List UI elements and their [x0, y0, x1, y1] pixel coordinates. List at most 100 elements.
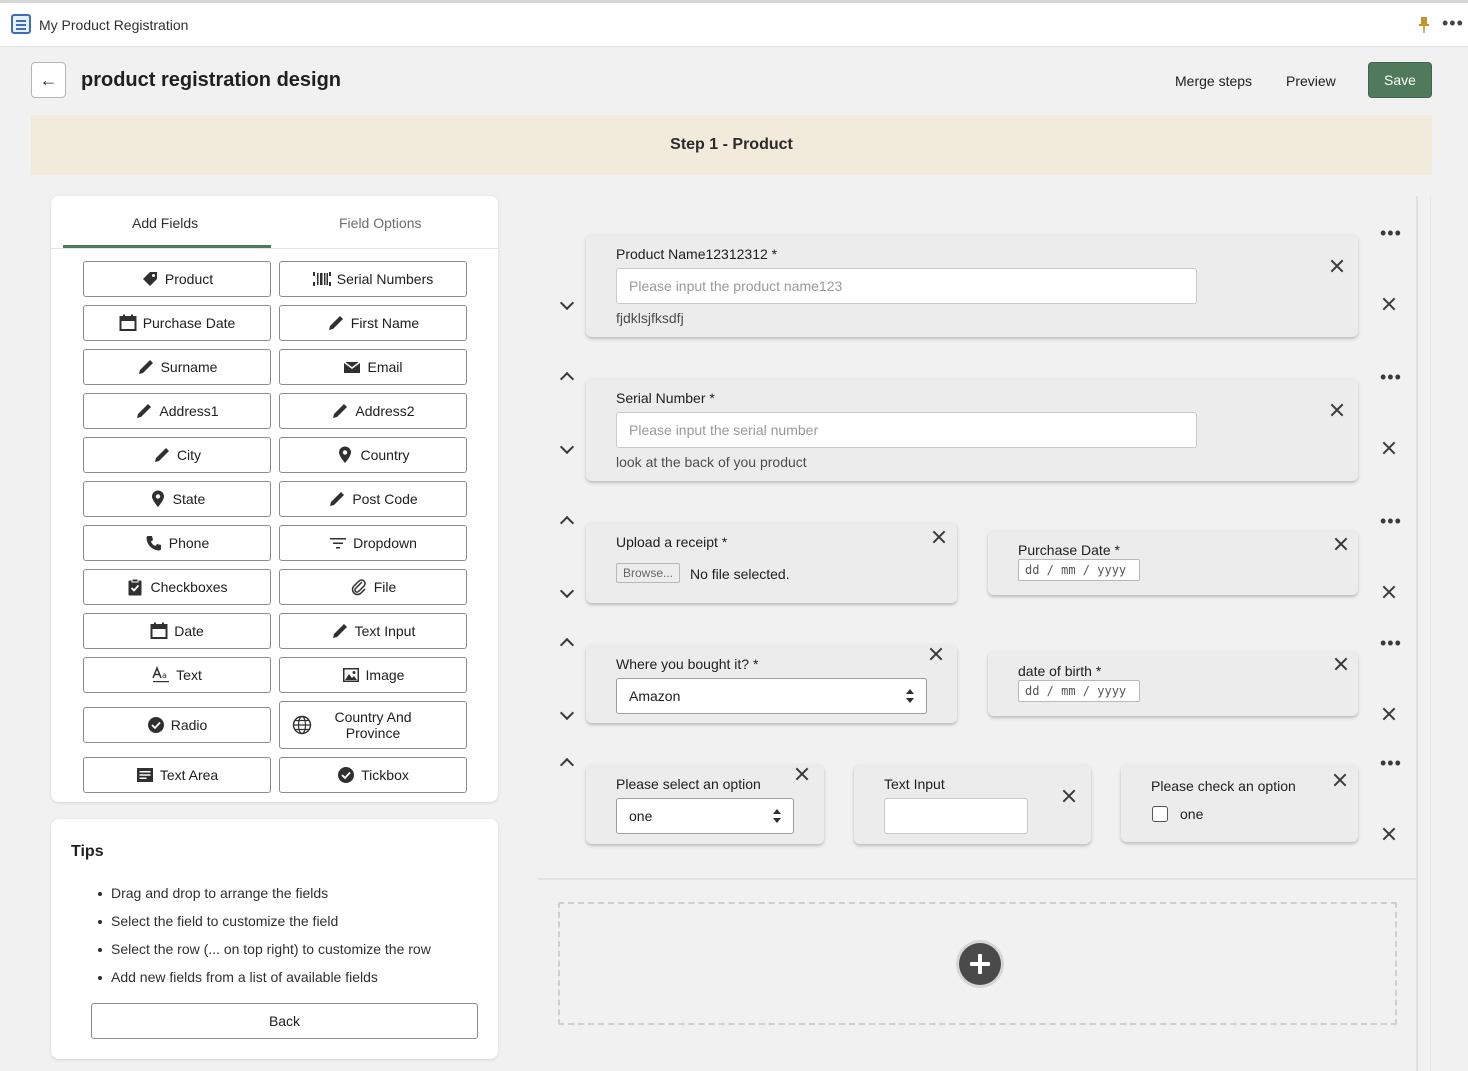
add-state-field-button[interactable]: State — [83, 481, 271, 517]
text-style-icon: a — [152, 666, 170, 683]
move-row-down-icon[interactable] — [560, 586, 572, 598]
move-row-up-icon[interactable] — [560, 636, 572, 648]
option-checkbox[interactable] — [1152, 806, 1168, 822]
field-card-product-name[interactable]: Product Name12312312 * Please input the … — [586, 234, 1358, 337]
save-button[interactable]: Save — [1368, 62, 1432, 98]
field-card-text-input[interactable]: Text Input — [854, 764, 1091, 844]
tag-icon — [142, 272, 157, 286]
merge-steps-button[interactable]: Merge steps — [1175, 73, 1252, 89]
where-bought-select[interactable]: Amazon — [616, 678, 927, 714]
field-card-date-of-birth[interactable]: date of birth * dd / mm / yyyy — [988, 651, 1358, 716]
add-country-field-button[interactable]: Country — [279, 437, 467, 473]
tip-item: Select the field to customize the field — [97, 913, 339, 929]
step-title: Step 1 - Product — [670, 136, 793, 153]
add-text-field-button[interactable]: a Text — [83, 657, 271, 693]
field-label: Text Input — [884, 776, 945, 792]
add-product-field-button[interactable]: Product — [83, 261, 271, 297]
step-banner[interactable]: Step 1 - Product — [31, 115, 1432, 175]
add-text-input-field-button[interactable]: Text Input — [279, 613, 467, 649]
field-card-serial-number[interactable]: Serial Number * Please input the serial … — [586, 378, 1358, 481]
add-dropdown-field-button[interactable]: Dropdown — [279, 525, 467, 561]
add-text-area-field-button[interactable]: Text Area — [83, 757, 271, 793]
move-row-up-icon[interactable] — [560, 756, 572, 768]
preview-button[interactable]: Preview — [1286, 73, 1336, 89]
app-icon — [11, 14, 31, 34]
remove-field-icon[interactable] — [929, 647, 943, 661]
add-radio-field-button[interactable]: Radio — [83, 707, 271, 743]
add-post-code-field-button[interactable]: Post Code — [279, 481, 467, 517]
fields-panel: Add Fields Field Options Product Serial … — [51, 196, 498, 802]
more-options-icon[interactable]: ••• — [1442, 13, 1464, 34]
panel-tabs: Add Fields Field Options — [51, 196, 498, 249]
field-help-text: fjdklsjfksdfj — [616, 310, 684, 326]
delete-row-icon[interactable] — [1382, 297, 1396, 311]
add-city-field-button[interactable]: City — [83, 437, 271, 473]
tip-item: Add new fields from a list of available … — [98, 969, 378, 985]
remove-field-icon[interactable] — [1062, 789, 1076, 803]
delete-row-icon[interactable] — [1382, 707, 1396, 721]
pencil-icon — [137, 404, 152, 418]
date-of-birth-input[interactable]: dd / mm / yyyy — [1018, 680, 1140, 702]
add-surname-field-button[interactable]: Surname — [83, 349, 271, 385]
check-circle-icon — [147, 717, 164, 733]
row-options-icon[interactable]: ••• — [1380, 754, 1402, 772]
back-button[interactable]: ← — [31, 62, 66, 98]
row-options-icon[interactable]: ••• — [1380, 224, 1402, 242]
add-first-name-field-button[interactable]: First Name — [279, 305, 467, 341]
add-email-field-button[interactable]: Email — [279, 349, 467, 385]
browse-button[interactable]: Browse... — [616, 563, 681, 583]
remove-field-icon[interactable] — [1334, 537, 1348, 551]
pin-icon[interactable] — [1418, 17, 1430, 33]
location-pin-icon — [151, 490, 164, 507]
remove-field-icon[interactable] — [1333, 773, 1347, 787]
field-label: Where you bought it? * — [616, 656, 759, 672]
field-card-select-option[interactable]: Please select an option one — [586, 764, 824, 844]
checkbox-option-label: one — [1180, 806, 1204, 822]
remove-field-icon[interactable] — [795, 767, 809, 781]
row-options-icon[interactable]: ••• — [1380, 634, 1402, 652]
tab-field-options[interactable]: Field Options — [339, 215, 421, 231]
delete-row-icon[interactable] — [1382, 585, 1396, 599]
pencil-icon — [330, 492, 345, 506]
purchase-date-input[interactable]: dd / mm / yyyy — [1018, 559, 1140, 581]
add-tickbox-field-button[interactable]: Tickbox — [279, 757, 467, 793]
field-card-purchase-date[interactable]: Purchase Date * dd / mm / yyyy — [988, 530, 1358, 595]
field-card-upload-receipt[interactable]: Upload a receipt * Browse... No file sel… — [586, 522, 957, 603]
move-row-up-icon[interactable] — [560, 514, 572, 526]
text-input-field[interactable] — [884, 798, 1028, 834]
add-file-field-button[interactable]: File — [279, 569, 467, 605]
add-image-field-button[interactable]: Image — [279, 657, 467, 693]
add-serial-numbers-field-button[interactable]: Serial Numbers — [279, 261, 467, 297]
delete-row-icon[interactable] — [1382, 827, 1396, 841]
row-options-icon[interactable]: ••• — [1380, 512, 1402, 530]
option-select[interactable]: one — [616, 798, 794, 834]
move-row-up-icon[interactable] — [560, 370, 572, 382]
add-phone-field-button[interactable]: Phone — [83, 525, 271, 561]
add-address2-field-button[interactable]: Address2 — [279, 393, 467, 429]
field-card-where-bought[interactable]: Where you bought it? * Amazon — [586, 644, 957, 723]
location-pin-icon — [339, 446, 352, 463]
plus-circle-icon[interactable] — [959, 943, 1001, 985]
delete-row-icon[interactable] — [1382, 441, 1396, 455]
remove-field-icon[interactable] — [1334, 657, 1348, 671]
remove-field-icon[interactable] — [1330, 403, 1344, 417]
pencil-icon — [332, 624, 347, 638]
move-row-down-icon[interactable] — [560, 708, 572, 720]
row-options-icon[interactable]: ••• — [1380, 368, 1402, 386]
remove-field-icon[interactable] — [932, 530, 946, 544]
move-row-down-icon[interactable] — [560, 298, 572, 310]
field-card-check-option[interactable]: Please check an option one — [1121, 764, 1358, 842]
tab-add-fields[interactable]: Add Fields — [132, 215, 198, 231]
add-row-drop-zone[interactable] — [558, 902, 1397, 1025]
add-address1-field-button[interactable]: Address1 — [83, 393, 271, 429]
tips-back-button[interactable]: Back — [91, 1003, 478, 1039]
remove-field-icon[interactable] — [1330, 259, 1344, 273]
product-name-input[interactable]: Please input the product name123 — [616, 268, 1197, 304]
add-date-field-button[interactable]: Date — [83, 613, 271, 649]
add-country-and-province-field-button[interactable]: Country And Province — [279, 701, 467, 749]
title-bar: My Product Registration ••• — [0, 0, 1468, 47]
add-checkboxes-field-button[interactable]: Checkboxes — [83, 569, 271, 605]
serial-number-input[interactable]: Please input the serial number — [616, 412, 1197, 448]
add-purchase-date-field-button[interactable]: Purchase Date — [83, 305, 271, 341]
move-row-down-icon[interactable] — [560, 442, 572, 454]
